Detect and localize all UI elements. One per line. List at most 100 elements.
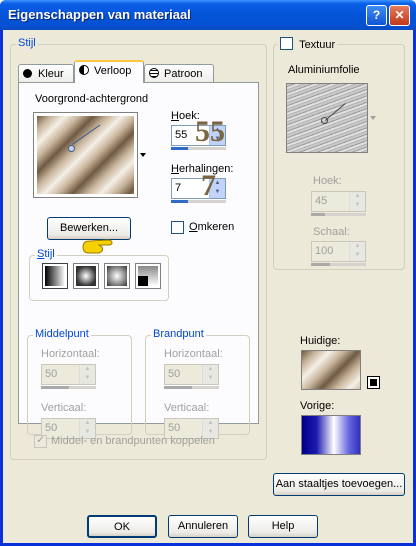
huidige-label: Huidige:: [300, 335, 341, 347]
koppelen-checkbox[interactable]: ✓: [34, 434, 47, 448]
stijl-sub-legend: Stijl: [35, 248, 57, 260]
spin-down-icon: ▼: [354, 202, 361, 208]
textuur-schaal-slider: [311, 263, 366, 266]
swap-icon[interactable]: [367, 376, 380, 389]
textuur-hoek-spinner[interactable]: 45 ▲ ▼: [311, 191, 366, 212]
brandpunt-horizontaal-slider: [164, 386, 219, 389]
texture-angle-indicator: [325, 103, 346, 121]
spin-up-icon: ▲: [84, 366, 91, 372]
ok-button[interactable]: OK: [87, 515, 157, 538]
spin-up-icon: ▲: [354, 193, 361, 199]
help-title-button[interactable]: ?: [366, 5, 387, 26]
dialog-window: Eigenschappen van materiaal ? ✕ Stijl Kl…: [0, 0, 416, 546]
middelpunt-verticaal-label: Verticaal:: [41, 402, 87, 414]
textuur-hoek-slider: [311, 213, 366, 216]
spin-arrows: ▲ ▼: [349, 242, 365, 261]
textuur-checkbox[interactable]: [280, 37, 293, 50]
spin-up-icon: ▲: [84, 420, 91, 426]
title-bar[interactable]: Eigenschappen van materiaal ? ✕: [0, 0, 416, 30]
textuur-hoek-label: Hoek:: [313, 175, 342, 187]
middelpunt-horizontaal-spinner[interactable]: 50 ▲ ▼: [41, 364, 96, 385]
pattern-icon: [149, 68, 159, 78]
annotation-herhalingen: 7: [201, 169, 216, 202]
center-handle-icon[interactable]: [68, 145, 75, 152]
spin-arrows: ▲ ▼: [202, 365, 218, 384]
middelpunt-horizontaal-slider: [41, 386, 96, 389]
brandpunt-verticaal-label: Verticaal:: [164, 402, 210, 414]
tab-kleur[interactable]: Kleur: [18, 64, 74, 84]
pointing-hand-icon: [81, 235, 115, 257]
checkmark-icon: ✓: [36, 434, 46, 446]
vorige-preview: [301, 415, 361, 455]
rectangular-style-icon: [76, 266, 96, 286]
textuur-schaal-value: 100: [315, 245, 334, 257]
staaltjes-toevoegen-button[interactable]: Aan staaltjes toevoegen...: [273, 473, 405, 496]
style-rectangular-button[interactable]: [73, 263, 99, 289]
annotation-hoek: 55: [195, 115, 225, 148]
textuur-header: Textuur: [278, 37, 338, 51]
spin-arrows: ▲ ▼: [349, 192, 365, 211]
slider-fill: [41, 386, 69, 389]
middelpunt-legend: Middelpunt: [33, 328, 91, 340]
verloop-panel: Voorgrond-achtergrond Hoek: 55 ▲ ▼ 55 Her…: [18, 82, 259, 439]
style-sunburst-button[interactable]: [135, 263, 161, 289]
hoek-value: 55: [175, 129, 188, 141]
annuleren-button[interactable]: Annuleren: [168, 515, 238, 538]
spin-arrows: ▲ ▼: [79, 365, 95, 384]
vorige-label: Vorige:: [300, 400, 335, 412]
hoek-slider-fill: [171, 147, 188, 150]
textuur-hoek-value: 45: [315, 195, 328, 207]
spin-down-icon: ▼: [354, 252, 361, 258]
radial-style-icon: [107, 266, 127, 286]
brandpunt-horizontaal-label: Horizontaal:: [164, 348, 223, 360]
herhalingen-value: 7: [175, 182, 182, 194]
middelpunt-verticaal-value: 50: [45, 422, 58, 434]
tab-patroon[interactable]: Patroon: [144, 64, 214, 84]
texture-name: Aluminiumfolie: [288, 64, 360, 76]
spin-up-icon: ▲: [354, 243, 361, 249]
style-radial-button[interactable]: [104, 263, 130, 289]
textuur-schaal-label: Schaal:: [313, 226, 350, 238]
tab-verloop[interactable]: Verloop: [74, 60, 144, 83]
brandpunt-horizontaal-spinner[interactable]: 50 ▲ ▼: [164, 364, 219, 385]
texture-center-icon: [321, 117, 328, 124]
swatch-dropdown-arrow[interactable]: [139, 113, 148, 197]
sunburst-style-icon: [138, 266, 158, 286]
angle-indicator: [72, 124, 101, 145]
koppelen-label: Middel- en brandpunten koppelen: [51, 435, 215, 447]
chevron-down-icon: [140, 153, 146, 157]
spin-up-icon: ▲: [207, 420, 214, 426]
linear-style-icon: [45, 266, 65, 286]
style-linear-button[interactable]: [42, 263, 68, 289]
spin-down-icon: ▼: [84, 375, 91, 381]
herhalingen-slider-fill: [171, 200, 188, 203]
textuur-schaal-spinner[interactable]: 100 ▲ ▼: [311, 241, 366, 262]
herhalingen-spinner[interactable]: 7 ▲ ▼: [171, 178, 226, 199]
textuur-label: Textuur: [299, 39, 336, 51]
close-button[interactable]: ✕: [389, 5, 410, 26]
huidige-preview: [301, 350, 361, 390]
spin-down-icon: ▼: [207, 375, 214, 381]
omkeren-label: Omkeren: [189, 221, 235, 233]
slider-fill: [311, 213, 325, 216]
slider-fill: [311, 263, 331, 266]
herhalingen-slider[interactable]: [171, 200, 226, 203]
help-button[interactable]: Help: [248, 515, 318, 538]
dialog-client: Stijl Kleur Verloop Patroon Voorgrond-ac…: [3, 30, 413, 543]
stijl-legend: Stijl: [16, 37, 38, 49]
spin-up-icon: ▲: [207, 366, 214, 372]
slider-fill: [164, 386, 192, 389]
texture-swatch[interactable]: [286, 83, 368, 153]
brandpunt-legend: Brandpunt: [151, 328, 206, 340]
filled-circle-icon: [23, 69, 32, 78]
brandpunt-verticaal-value: 50: [168, 422, 181, 434]
gradient-name: Voorgrond-achtergrond: [35, 93, 149, 105]
middelpunt-horizontaal-value: 50: [45, 368, 58, 380]
window-title: Eigenschappen van materiaal: [8, 7, 191, 22]
gradient-swatch[interactable]: [33, 112, 138, 198]
middelpunt-horizontaal-label: Horizontaal:: [41, 348, 100, 360]
half-circle-icon: [79, 65, 89, 75]
chevron-down-icon: [370, 116, 376, 120]
brandpunt-horizontaal-value: 50: [168, 368, 181, 380]
omkeren-checkbox[interactable]: [171, 221, 184, 234]
